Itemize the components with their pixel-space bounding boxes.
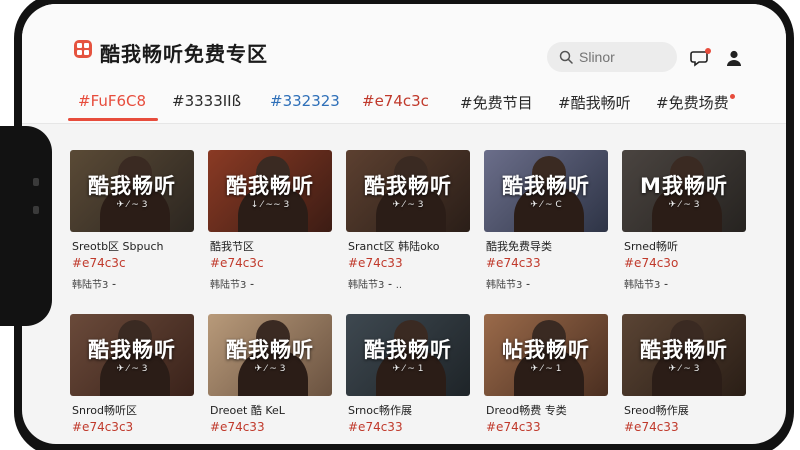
thumbnail-subtitle: ↓ ⁄ ∼∼ 3 [250,200,290,210]
user-icon [727,50,741,66]
thumbnail-title: 酷我畅听 [364,174,452,198]
card-name: Sreotb区 Sbpuch [72,240,164,253]
card-thumbnail: 酷我畅听 ✈ ⁄ ~ 1 [346,314,470,396]
card-name: Dreod畅费 专类 [486,404,567,417]
card-thumbnail: 酷我畅听 ✈ ⁄ ~ 3 [622,314,746,396]
thumbnail-subtitle: ✈ ⁄ ~ 3 [668,364,700,374]
thumbnail-title: 酷我畅听 [364,338,452,362]
card-meta: 韩陆节3 ⁃ [624,280,669,291]
thumbnail-title: 酷我畅听 [88,338,176,362]
thumbnail-title: 酷我畅听 [226,174,314,198]
tab-2[interactable]: #332323 [270,92,340,110]
content-card[interactable]: 酷我畅听 ✈ ⁄ ~ 1 Srnoc畅作展 #e74c33 [346,314,470,444]
search-bar[interactable] [547,42,677,72]
card-name: Srnoc畅作展 [348,404,413,417]
tab-new-dot [729,94,735,99]
card-price: #e74c3c [72,256,126,270]
app-screen: 酷我畅听免费专区 #FuF6C8 #3333IIß #332323 #e74c3… [22,4,786,444]
tab-5[interactable]: #酷我畅听 [558,92,631,113]
card-thumbnail: 酷我畅听 ✈ ⁄ ~ 3 [70,150,194,232]
volume-down-button[interactable] [33,206,39,214]
card-name: Snrod畅听区 [72,404,137,417]
card-thumbnail: 酷我畅听 ↓ ⁄ ∼∼ 3 [208,150,332,232]
card-price: #e74c33 [348,420,403,434]
card-thumbnail: 酷我畅听 ✈ ⁄ ~ 3 [70,314,194,396]
card-price: #e74c3c3 [72,420,134,434]
thumbnail-subtitle: ✈ ⁄ ~ C [530,200,562,210]
card-thumbnail: 酷我畅听 ✈ ⁄ ~ C [484,150,608,232]
tab-1[interactable]: #3333IIß [172,92,241,110]
thumbnail-subtitle: ✈ ⁄ ~ 3 [392,200,424,210]
search-icon [559,50,573,64]
tab-6-label: #免费场费 [656,94,729,112]
content-grid: 酷我畅听 ✈ ⁄ ~ 3 Sreotb区 Sbpuch #e74c3c 韩陆节3 ⁃ 酷我… [22,124,786,444]
card-thumbnail: 酷我畅听 ✈ ⁄ ~ 3 [346,150,470,232]
app-header: 酷我畅听免费专区 [22,4,786,84]
message-button[interactable] [690,48,711,68]
volume-up-button[interactable] [33,178,39,186]
search-input[interactable] [579,49,669,65]
thumbnail-subtitle: ✈ ⁄ ~ 3 [116,364,148,374]
card-meta: 韩陆节3 ⁃ .. [348,280,403,291]
card-price: #e74c33 [486,256,541,270]
device-notch [0,126,52,326]
content-card[interactable]: 酷我畅听 ✈ ⁄ ~ 3 Sreod畅作展 #e74c33 [622,314,746,444]
card-price: #e74c33 [348,256,403,270]
thumbnail-title: 酷我畅听 [226,338,314,362]
card-price: #e74c33 [486,420,541,434]
card-meta: 韩陆节3 ⁃ [486,280,531,291]
thumbnail-subtitle: ✈ ⁄ ~ 3 [668,200,700,210]
thumbnail-subtitle: ✈ ⁄ ~ 3 [254,364,286,374]
thumbnail-title: 酷我畅听 [502,174,590,198]
card-price: #e74c3o [624,256,679,270]
active-tab-underline [68,118,158,121]
tab-4[interactable]: #免费节目 [460,92,533,113]
notification-dot [705,48,711,54]
card-thumbnail: 帖我畅听 ✈ ⁄ ~ 1 [484,314,608,396]
thumbnail-subtitle: ✈ ⁄ ~ 1 [392,364,424,374]
content-card[interactable]: 帖我畅听 ✈ ⁄ ~ 1 Dreod畅费 专类 #e74c33 [484,314,608,444]
content-card[interactable]: M我畅听 ✈ ⁄ ~ 3 Srned畅听 #e74c3o 韩陆节3 ⁃ [622,150,746,300]
thumbnail-title: 帖我畅听 [502,338,590,362]
card-name: 酷我免费导类 [486,240,552,253]
card-name: Sreod畅作展 [624,404,689,417]
card-thumbnail: 酷我畅听 ✈ ⁄ ~ 3 [208,314,332,396]
tab-0[interactable]: #FuF6C8 [78,92,146,110]
card-name: Dreoet 酷 KeL [210,404,285,417]
tab-6[interactable]: #免费场费 [656,92,735,113]
card-meta: 韩陆节3 ⁃ [210,280,255,291]
thumbnail-title: 酷我畅听 [88,174,176,198]
card-price: #e74c33 [624,420,679,434]
thumbnail-title: 酷我畅听 [640,338,728,362]
app-title: 酷我畅听免费专区 [100,42,268,66]
card-meta: 韩陆节3 ⁃ [72,280,117,291]
content-card[interactable]: 酷我畅听 ✈ ⁄ ~ 3 Sreotb区 Sbpuch #e74c3c 韩陆节3 ⁃ [70,150,194,300]
card-price: #e74c3c [210,256,264,270]
tab-3[interactable]: #e74c3c [362,92,429,110]
content-card[interactable]: 酷我畅听 ↓ ⁄ ∼∼ 3 酷我节区 #e74c3c 韩陆节3 ⁃ [208,150,332,300]
card-thumbnail: M我畅听 ✈ ⁄ ~ 3 [622,150,746,232]
user-button[interactable] [724,48,744,68]
thumbnail-subtitle: ✈ ⁄ ~ 3 [116,200,148,210]
content-card[interactable]: 酷我畅听 ✈ ⁄ ~ 3 Dreoet 酷 KeL #e74c33 [208,314,332,444]
content-card[interactable]: 酷我畅听 ✈ ⁄ ~ C 酷我免费导类 #e74c33 韩陆节3 ⁃ [484,150,608,300]
card-name: Srned畅听 [624,240,679,253]
card-price: #e74c33 [210,420,265,434]
content-card[interactable]: 酷我畅听 ✈ ⁄ ~ 3 Snrod畅听区 #e74c3c3 [70,314,194,444]
thumbnail-title: M我畅听 [640,174,728,198]
app-logo-icon [74,40,92,58]
content-card[interactable]: 酷我畅听 ✈ ⁄ ~ 3 Sranct区 韩陆oko #e74c33 韩陆节3 ⁃ .. [346,150,470,300]
category-tabs: #FuF6C8 #3333IIß #332323 #e74c3c #免费节目 #… [22,84,786,124]
thumbnail-subtitle: ✈ ⁄ ~ 1 [530,364,562,374]
card-name: Sranct区 韩陆oko [348,240,440,253]
card-name: 酷我节区 [210,240,254,253]
